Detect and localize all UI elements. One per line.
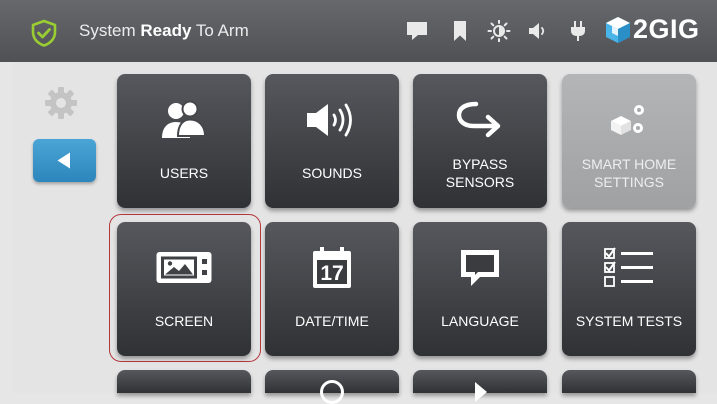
- system-status-text[interactable]: System Ready To Arm: [79, 21, 249, 41]
- power-plug-icon[interactable]: [570, 20, 586, 42]
- partial-icon: [475, 382, 487, 402]
- partial-icon: [320, 380, 344, 404]
- back-button[interactable]: [33, 139, 96, 182]
- smart-home-icon: [562, 90, 696, 150]
- calendar-icon: 17: [265, 238, 399, 298]
- tile-bypass-sensors-label: BYPASS SENSORS: [445, 156, 515, 190]
- checklist-icon: [562, 238, 696, 298]
- tile-system-tests[interactable]: SYSTEM TESTS: [562, 222, 696, 356]
- users-icon: [117, 90, 251, 150]
- speech-bubble-icon: [413, 238, 547, 298]
- tile-bypass-sensors[interactable]: BYPASS SENSORS: [413, 74, 547, 208]
- selection-highlight: [109, 214, 261, 362]
- tile-users-label: USERS: [159, 165, 209, 181]
- tile-users[interactable]: USERS: [117, 74, 251, 208]
- tile-smart-home-settings-label: SMART HOME SETTINGS: [581, 156, 677, 190]
- top-bar: System Ready To Arm 2GIG: [0, 0, 717, 62]
- speaker-icon: [265, 90, 399, 150]
- tile-date-time[interactable]: 17 DATE/TIME: [265, 222, 399, 356]
- tile-sounds[interactable]: SOUNDS: [265, 74, 399, 208]
- tile-partial[interactable]: [117, 370, 251, 393]
- tile-partial[interactable]: [413, 370, 547, 402]
- tile-language-label: LANGUAGE: [441, 313, 519, 329]
- tile-system-tests-label: SYSTEM TESTS: [575, 313, 683, 329]
- brand-name: 2GIG: [633, 14, 700, 44]
- volume-icon[interactable]: [527, 20, 551, 42]
- tile-date-time-label: DATE/TIME: [295, 313, 369, 329]
- tile-language[interactable]: LANGUAGE: [413, 222, 547, 356]
- bookmark-icon[interactable]: [453, 20, 467, 42]
- tile-partial[interactable]: [562, 370, 696, 393]
- tile-smart-home-settings[interactable]: SMART HOME SETTINGS: [562, 74, 696, 208]
- shield-check-icon[interactable]: [30, 19, 58, 47]
- status-bold-word: Ready: [140, 21, 192, 40]
- gear-icon[interactable]: [43, 85, 79, 121]
- back-arrow-icon: [57, 152, 70, 169]
- bypass-arrow-icon: [413, 90, 547, 150]
- brightness-icon[interactable]: [487, 20, 511, 42]
- 2gig-cube-logo: [606, 17, 630, 43]
- tile-sounds-label: SOUNDS: [302, 165, 362, 181]
- tile-partial[interactable]: [265, 370, 399, 404]
- calendar-day: 17: [320, 262, 343, 285]
- message-icon[interactable]: [405, 20, 429, 42]
